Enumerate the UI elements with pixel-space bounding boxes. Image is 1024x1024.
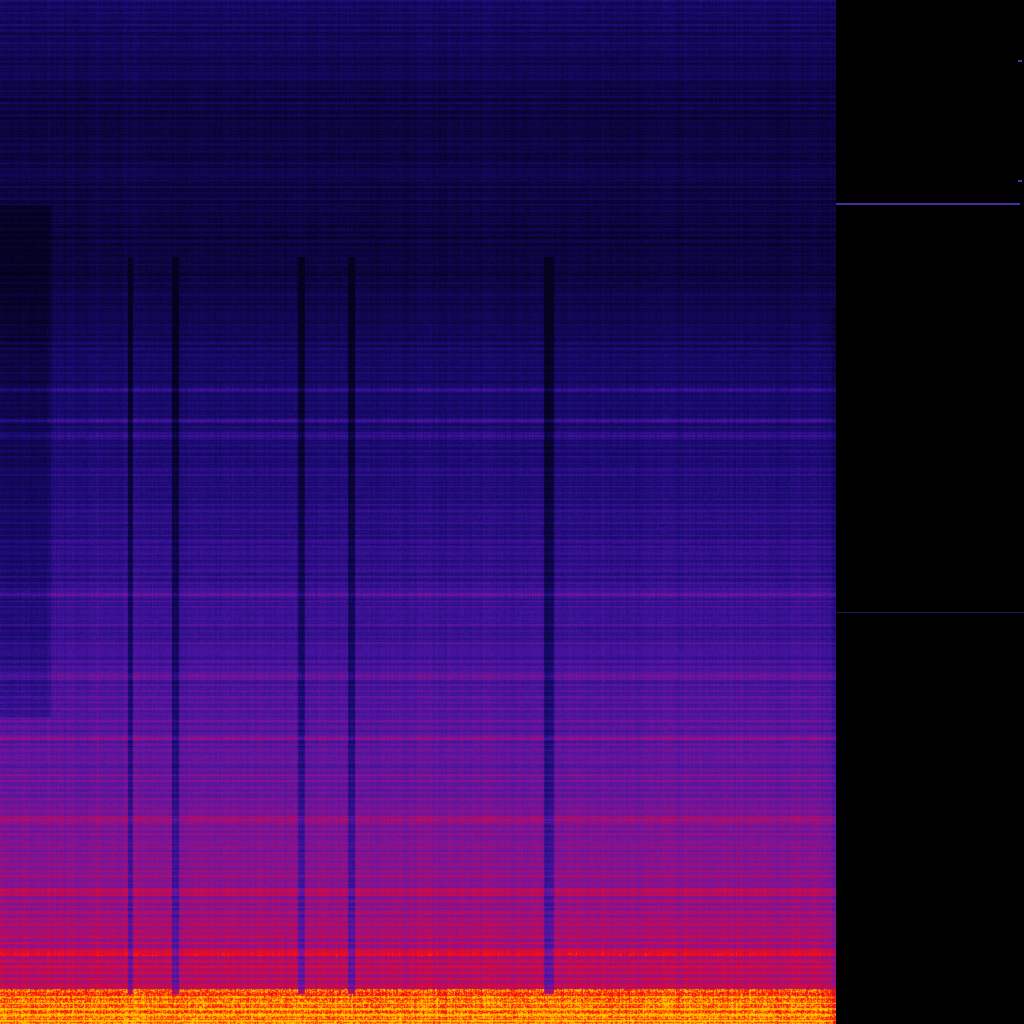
spectrogram-plot	[0, 0, 836, 1024]
spectrogram-view	[0, 0, 1024, 1024]
empty-region	[836, 0, 1024, 1024]
edge-tick	[1018, 180, 1022, 182]
frequency-marker-line	[836, 203, 1020, 205]
edge-tick	[1018, 60, 1022, 62]
frequency-marker-line-faint	[836, 612, 1024, 613]
